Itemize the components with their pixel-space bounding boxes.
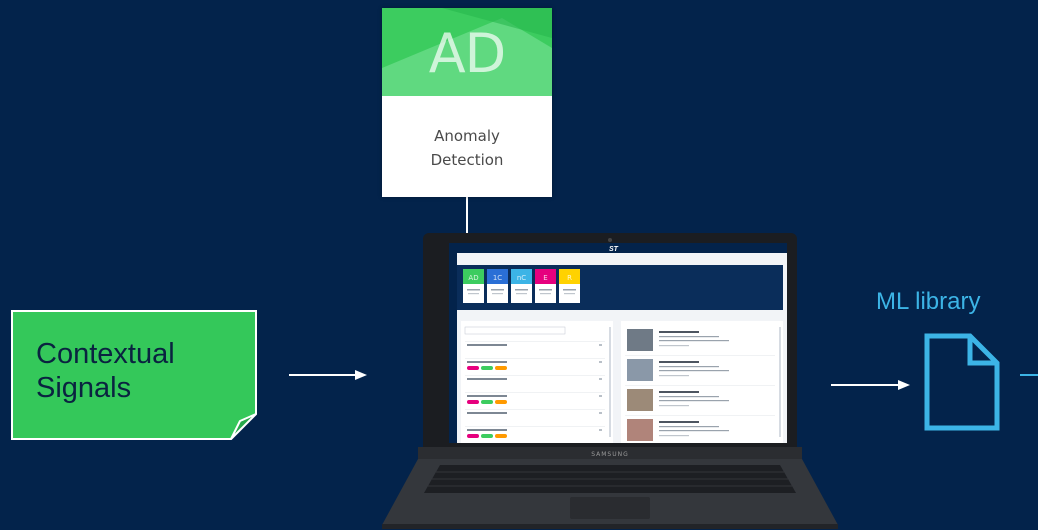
app-tile-caption [467, 289, 480, 291]
list-row-text [467, 429, 507, 431]
document-icon [924, 333, 1000, 431]
card-meta [659, 435, 689, 437]
card-desc [659, 426, 719, 428]
app-tile-caption [491, 289, 504, 291]
contextual-signals-line2: Signals [36, 372, 132, 404]
card-meta [659, 345, 689, 347]
contextual-signals-line1: Contextual [36, 338, 175, 370]
laptop-brand: SAMSUNG [591, 451, 629, 458]
card-thumbnail [627, 389, 653, 411]
ad-card-abbreviation: AD [428, 22, 507, 85]
app-tile-caption-2 [564, 293, 575, 295]
app-tile-abbr: 1C [493, 274, 502, 282]
list-row-tag [495, 434, 507, 438]
card-scrollbar [779, 327, 781, 437]
ad-card-title: Anomaly Detection [382, 124, 552, 172]
card-thumbnail [627, 359, 653, 381]
app-tiles: AD 1C nC E R [463, 269, 580, 303]
laptop-to-ml-arrowhead [898, 380, 910, 390]
card-desc-2 [659, 370, 729, 372]
app-left-rail [449, 243, 457, 443]
card-desc-2 [659, 430, 729, 432]
app-tile-caption-2 [516, 293, 527, 295]
list-row-divider [465, 341, 605, 342]
app-tile-abbr: R [567, 274, 572, 282]
app-tile-caption-2 [468, 293, 479, 295]
card-title [659, 391, 699, 393]
list-row-text [467, 395, 507, 397]
app-tile-abbr: nC [517, 274, 526, 282]
list-row-divider [465, 392, 605, 393]
app-tile-caption [539, 289, 552, 291]
card-title [659, 331, 699, 333]
card-divider [625, 355, 775, 356]
app-tile-caption [563, 289, 576, 291]
signals-to-laptop-arrowhead [355, 370, 367, 380]
app-tile-abbr: AD [468, 274, 478, 282]
card-desc [659, 366, 719, 368]
card-divider [625, 385, 775, 386]
list-row-text [467, 412, 507, 414]
list-row-divider [465, 409, 605, 410]
list-row-tag [467, 434, 479, 438]
list-row-tag [481, 366, 493, 370]
app-tile-caption-2 [492, 293, 503, 295]
list-row-chevron [599, 378, 602, 380]
ad-card-header: AD [382, 8, 552, 96]
list-row-text [467, 344, 507, 346]
list-row-tag [481, 434, 493, 438]
ad-card-title-line2: Detection [430, 151, 504, 169]
list-scrollbar [609, 327, 611, 437]
app-top-bar [457, 243, 787, 253]
app-list-panel [461, 321, 613, 443]
list-row-tag [481, 400, 493, 404]
list-row-chevron [599, 361, 602, 363]
list-row-chevron [599, 429, 602, 431]
laptop-touchpad [570, 497, 650, 519]
list-row-chevron [599, 395, 602, 397]
app-tile-caption-2 [540, 293, 551, 295]
app-logo: ST [609, 246, 619, 253]
contextual-signals-label: Contextual Signals [36, 337, 236, 405]
card-meta [659, 375, 689, 377]
list-row-chevron [599, 344, 602, 346]
list-row-text [467, 361, 507, 363]
card-meta [659, 405, 689, 407]
app-tile-abbr: E [543, 274, 547, 282]
app-screen: ST AD 1C nC E R [449, 243, 787, 443]
list-row-tag [467, 366, 479, 370]
card-desc-2 [659, 340, 729, 342]
card-title [659, 361, 699, 363]
app-tile-caption [515, 289, 528, 291]
card-desc-2 [659, 400, 729, 402]
app-search-box [464, 326, 566, 335]
card-thumbnail [627, 419, 653, 441]
card-thumbnail [627, 329, 653, 351]
card-desc [659, 336, 719, 338]
card-title [659, 421, 699, 423]
anomaly-detection-card[interactable]: AD Anomaly Detection [382, 8, 552, 197]
list-row-text [467, 378, 507, 380]
laptop-screen: ST AD 1C nC E R [449, 243, 787, 443]
list-row-divider [465, 375, 605, 376]
list-row-divider [465, 426, 605, 427]
list-row-divider [465, 358, 605, 359]
card-divider [625, 415, 775, 416]
list-row-tag [495, 400, 507, 404]
ad-card-title-line1: Anomaly [434, 127, 500, 145]
laptop-webcam [608, 238, 612, 242]
list-row-chevron [599, 412, 602, 414]
laptop-front-edge [382, 524, 838, 529]
list-row-tag [495, 366, 507, 370]
ml-library-label: ML library [876, 288, 981, 315]
document-icon-outline [924, 333, 1000, 431]
card-desc [659, 396, 719, 398]
list-row-tag [467, 400, 479, 404]
